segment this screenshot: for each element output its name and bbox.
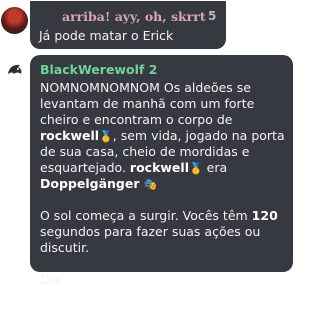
- user-avatar[interactable]: [1, 7, 28, 34]
- message-text: NOMNOMNOMNOM Os aldeões se levantam de m…: [40, 80, 255, 127]
- message-text: Dia: [40, 272, 65, 287]
- seconds-count: 120: [251, 208, 278, 223]
- message-paragraph: O sol começa a surgir. Vocês têm 120 seg…: [40, 208, 288, 256]
- medal-icon: 🥇: [99, 130, 113, 143]
- message-paragraph: NOMNOMNOMNOM Os aldeões se levantam de m…: [40, 80, 288, 192]
- message-bubble: arriba! ayy, oh, skrrt 5 Já pode matar o…: [30, 1, 226, 49]
- message-paragraph: Dia 1: [40, 272, 288, 288]
- theater-masks-icon: 🎭: [143, 178, 158, 191]
- message-text: Já pode matar o Erick: [39, 28, 174, 43]
- message-body: NOMNOMNOMNOM Os aldeões se levantam de m…: [40, 80, 288, 288]
- user-tag: 5: [208, 9, 217, 23]
- day-number: 1: [64, 272, 74, 287]
- player-name: rockwell: [129, 160, 189, 175]
- message-username[interactable]: BlackWerewolf 2: [40, 62, 157, 77]
- message-text: O sol começa a surgir. Vocês têm: [40, 208, 252, 223]
- werewolf-icon: [8, 64, 22, 74]
- role-name: Doppelgänger: [40, 176, 140, 191]
- message-bubble: BlackWerewolf 2 NOMNOMNOMNOM Os aldeões …: [30, 55, 293, 287]
- player-name: rockwell: [40, 128, 100, 143]
- medal-icon: 🥇: [188, 162, 203, 175]
- message-text: segundos para fazer suas ações ou discut…: [40, 224, 261, 255]
- message-username[interactable]: arriba! ayy, oh, skrrt: [62, 9, 206, 24]
- bot-avatar[interactable]: [5, 60, 25, 80]
- message-text: era: [202, 160, 228, 175]
